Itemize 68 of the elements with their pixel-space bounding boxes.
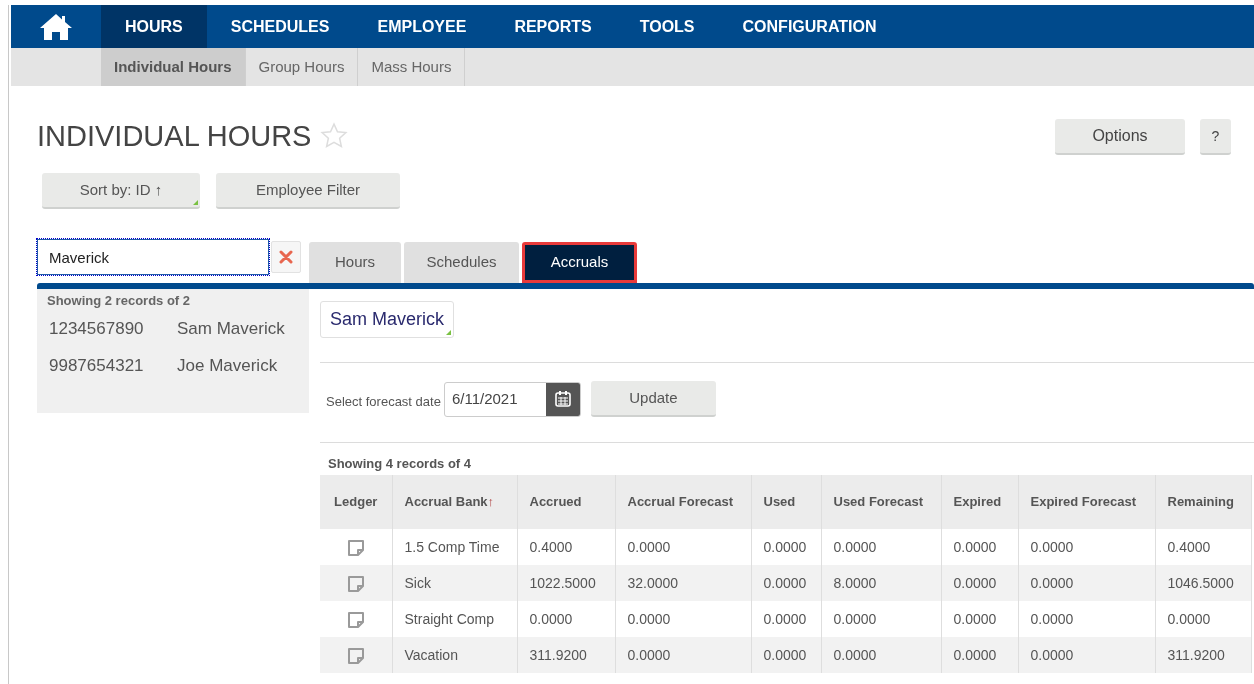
calendar-icon <box>553 390 572 408</box>
table-cell: 311.9200 <box>1167 646 1225 663</box>
table-cell: 0.0000 <box>833 538 877 555</box>
note-icon[interactable] <box>345 573 366 594</box>
table-cell: Vacation <box>404 646 458 663</box>
help-button[interactable]: ? <box>1200 119 1231 155</box>
nav-tab[interactable]: HOURS <box>101 5 207 48</box>
employee-filter-button[interactable]: Employee Filter <box>216 173 400 209</box>
table-cell: 0.0000 <box>953 610 997 627</box>
note-icon[interactable] <box>345 609 366 630</box>
content-tab[interactable]: Accruals <box>522 242 637 283</box>
table-cell: 0.0000 <box>529 610 573 627</box>
record-count: Showing 2 records of 2 <box>47 292 192 310</box>
table-cell: 0.0000 <box>1030 538 1074 555</box>
table-cell: 0.0000 <box>763 574 807 591</box>
table-cell: 0.0000 <box>1167 610 1211 627</box>
table-cell: Straight Comp <box>404 610 494 627</box>
table-cell: Sick <box>404 574 431 591</box>
table-cell: 0.0000 <box>1030 610 1074 627</box>
employee-name[interactable]: Sam Maverick <box>177 316 285 342</box>
table-cell: 311.9200 <box>529 646 587 663</box>
table-cell: 0.0000 <box>1030 646 1074 663</box>
close-icon <box>279 250 293 264</box>
content-tab[interactable]: Schedules <box>404 242 519 283</box>
sub-nav-tab[interactable]: Mass Hours <box>358 48 466 86</box>
table-cell: 0.0000 <box>953 646 997 663</box>
table-cell: 0.0000 <box>627 610 671 627</box>
note-icon[interactable] <box>345 645 366 666</box>
employee-id[interactable]: 1234567890 <box>47 316 177 342</box>
nav-tab[interactable]: TOOLS <box>615 5 719 48</box>
clear-button[interactable] <box>271 241 301 273</box>
update-button[interactable]: Update <box>590 381 716 417</box>
table-cell: 0.0000 <box>953 538 997 555</box>
table-cell: 0.0000 <box>1030 574 1074 591</box>
home-icon <box>38 11 74 42</box>
note-icon[interactable] <box>345 537 366 558</box>
sort-button[interactable]: Sort by: ID ↑ <box>42 173 200 209</box>
table-cell: 0.0000 <box>763 538 807 555</box>
nav-tab[interactable]: CONFIGURATION <box>718 5 901 48</box>
sub-nav-tab[interactable]: Individual Hours <box>101 48 246 86</box>
table-cell: 8.0000 <box>833 574 877 591</box>
content-tab[interactable]: Hours <box>309 242 401 283</box>
search-field[interactable]: Maverick <box>37 239 269 275</box>
table-cell: 0.0000 <box>627 646 671 663</box>
table-cell: 0.0000 <box>953 574 997 591</box>
table-cell: 1022.5000 <box>529 574 596 591</box>
employee-name[interactable]: Joe Maverick <box>177 353 278 379</box>
table-cell: 0.0000 <box>627 538 671 555</box>
forecast-date-label: Select forecast date <box>326 393 441 412</box>
nav-tab[interactable]: REPORTS <box>490 5 616 48</box>
table-cell: 1046.5000 <box>1167 574 1234 591</box>
table-cell: 0.0000 <box>763 610 807 627</box>
record-count: Showing 4 records of 4 <box>328 456 473 472</box>
table-cell: 32.0000 <box>627 574 679 591</box>
sub-nav-tab[interactable]: Group Hours <box>245 48 359 86</box>
nav-tab[interactable]: SCHEDULES <box>206 5 354 48</box>
date-field[interactable]: 6/11/2021 <box>443 381 581 417</box>
table-cell: 0.0000 <box>763 646 807 663</box>
nav-tab[interactable]: EMPLOYEE <box>353 5 491 48</box>
options-button[interactable]: Options <box>1055 119 1185 155</box>
page-title: INDIVIDUAL HOURS <box>37 119 312 154</box>
table-cell: 0.4000 <box>529 538 573 555</box>
employee-button[interactable]: Sam Maverick <box>320 301 455 338</box>
table-cell: 1.5 Comp Time <box>404 538 500 555</box>
table-cell: 0.0000 <box>833 646 877 663</box>
table-cell: 0.4000 <box>1167 538 1211 555</box>
table-cell: 0.0000 <box>833 610 877 627</box>
employee-id[interactable]: 9987654321 <box>47 353 177 379</box>
